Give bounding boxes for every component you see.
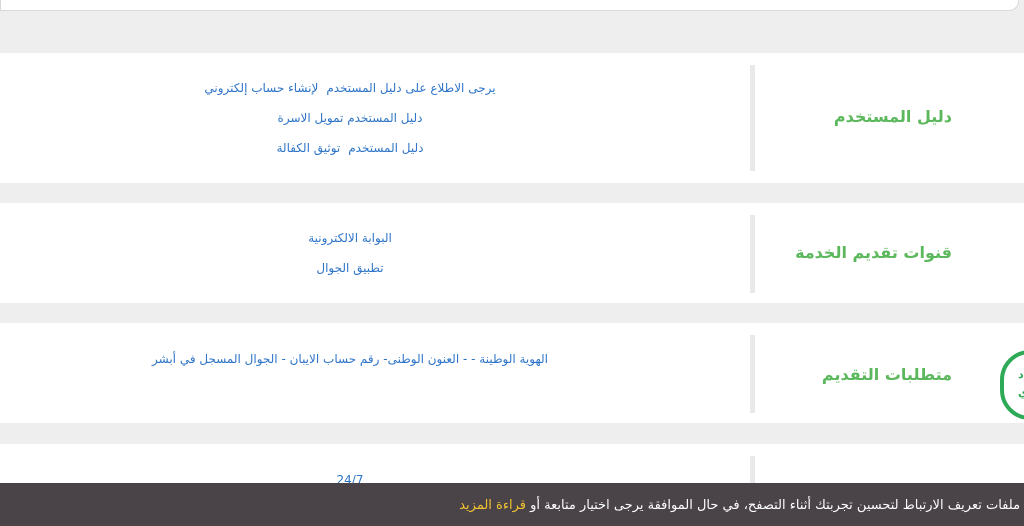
whatsapp-label-line: د <box>1018 368 1024 381</box>
section-links: الهوية الوطينة - - العنون الوطنى- رقم حس… <box>0 344 700 374</box>
top-card <box>0 0 1019 11</box>
section-links: يرجى الاطلاع على دليل المستخدم لإنشاء حسا… <box>0 73 700 163</box>
guarantee-documentation-link[interactable]: توثيق الكفالة <box>276 141 340 155</box>
section-heading: دليل المستخدم <box>833 107 952 126</box>
cookie-banner: دم ملفات تعريف الارتباط لتحسين تجربتك أث… <box>0 483 1024 526</box>
links-line: يرجى الاطلاع على دليل المستخدم لإنشاء حسا… <box>0 73 700 103</box>
cookie-banner-text: دم ملفات تعريف الارتباط لتحسين تجربتك أث… <box>530 498 1024 513</box>
links-line: البوابة الالكترونية <box>0 223 700 253</box>
create-account-link[interactable]: لإنشاء حساب إلكتروني <box>204 81 318 95</box>
guide-intro-text: يرجى الاطلاع على دليل المستخدم <box>326 81 496 95</box>
links-line: دليل المستخدم تمويل الاسرة <box>0 103 700 133</box>
section-service-channels: البوابة الالكترونية تطبيق الجوال قنوات ت… <box>0 203 1024 303</box>
family-finance-guide-link[interactable]: دليل المستخدم تمويل الاسرة <box>278 111 423 125</box>
user-guide-link[interactable]: دليل المستخدم <box>348 141 423 155</box>
links-line: دليل المستخدم توثيق الكفالة <box>0 133 700 163</box>
mobile-app-link[interactable]: تطبيق الجوال <box>316 261 383 275</box>
read-more-link[interactable]: قراءة المزيد <box>459 498 526 513</box>
requirements-text: الهوية الوطينة - - العنون الوطنى- رقم حس… <box>152 352 548 366</box>
e-portal-link[interactable]: البوابة الالكترونية <box>308 231 392 245</box>
whatsapp-label-line: ي <box>1018 386 1024 399</box>
links-line: تطبيق الجوال <box>0 253 700 283</box>
section-links: البوابة الالكترونية تطبيق الجوال <box>0 223 700 283</box>
section-heading: قنوات تقديم الخدمة <box>795 243 952 262</box>
cookie-banner-content: دم ملفات تعريف الارتباط لتحسين تجربتك أث… <box>459 488 1024 524</box>
section-requirements: الهوية الوطينة - - العنون الوطنى- رقم حس… <box>0 323 1024 423</box>
section-user-guide: يرجى الاطلاع على دليل المستخدم لإنشاء حسا… <box>0 53 1024 183</box>
links-line: الهوية الوطينة - - العنون الوطنى- رقم حس… <box>0 344 700 374</box>
section-heading: متطلبات التقديم <box>821 365 952 384</box>
